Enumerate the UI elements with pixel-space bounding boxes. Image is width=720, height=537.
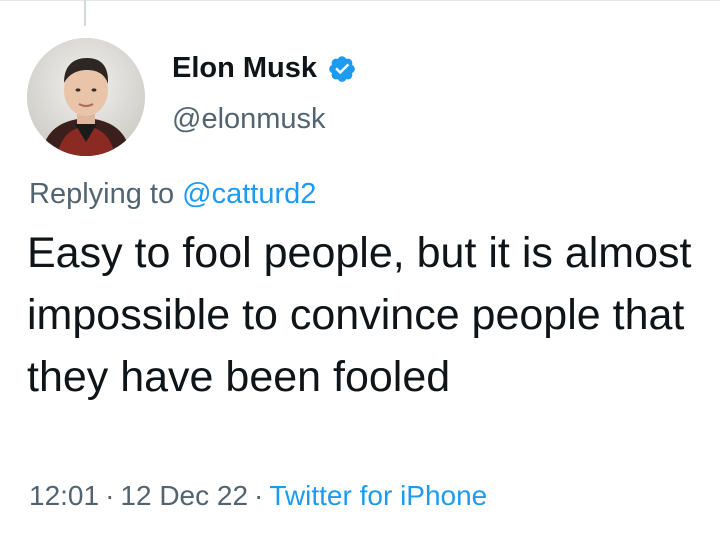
author-handle[interactable]: @elonmusk xyxy=(172,103,326,136)
tweet-card: Elon Musk @elonmusk Replying to @catturd… xyxy=(0,0,720,537)
separator-dot: · xyxy=(254,480,264,511)
tweet-time[interactable]: 12:01 xyxy=(29,480,99,511)
profile-photo-icon xyxy=(27,38,145,156)
verified-badge-icon xyxy=(329,55,355,82)
replying-to-user-link[interactable]: @catturd2 xyxy=(182,178,316,210)
avatar[interactable] xyxy=(27,38,145,156)
tweet-text: Easy to fool people, but it is almost im… xyxy=(27,229,692,401)
replying-to: Replying to @catturd2 xyxy=(29,178,316,211)
separator-dot: · xyxy=(105,480,115,511)
tweet-source-link[interactable]: Twitter for iPhone xyxy=(269,480,487,511)
author-name-row[interactable]: Elon Musk xyxy=(172,52,357,85)
author-display-name[interactable]: Elon Musk xyxy=(172,52,317,85)
tweet-metadata: 12:01 · 12 Dec 22 · Twitter for iPhone xyxy=(29,480,487,512)
tweet-date[interactable]: 12 Dec 22 xyxy=(120,480,248,511)
top-divider xyxy=(0,0,720,9)
replying-to-label: Replying to xyxy=(29,178,175,210)
thread-connector-line xyxy=(84,0,86,26)
